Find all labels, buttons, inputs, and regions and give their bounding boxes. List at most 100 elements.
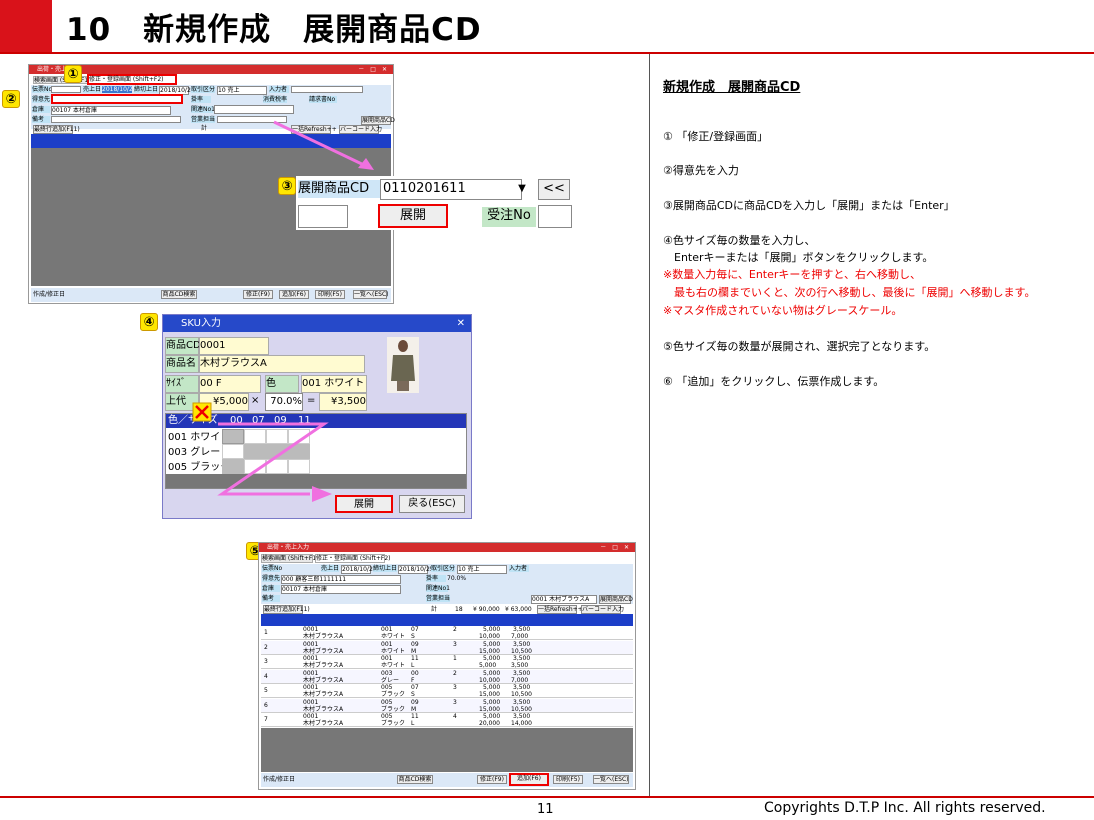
row-number: 7	[264, 716, 268, 723]
list-button-3[interactable]: 一覧へ(ESC)	[593, 775, 629, 784]
fix-button[interactable]: 修正(F9)	[243, 290, 273, 299]
screen-1-footer: 作成/修正日 商品CD検索 修正(F9) 追加(F6) 印刷(F5) 一覧へ(E…	[31, 288, 391, 302]
table-row[interactable]: 7 0001 木村ブラウスA 005 ブラック 11 L 4 5,000 20,000 3,500 1…	[261, 713, 633, 727]
shime-bi-label: 締切上日	[134, 86, 159, 93]
kanren-label-3: 関連No1	[426, 585, 450, 592]
ikkatsu-button-3[interactable]: 一括Refresh++	[537, 605, 583, 614]
sku-back-button[interactable]: 戻る(ESC)	[399, 495, 465, 513]
bikou-label-3: 備考	[262, 595, 280, 602]
tab-edit-3[interactable]: 修正・登録画面 (Shift+F2)	[315, 554, 391, 563]
step-1: ① 「修正/登録画面」	[663, 130, 769, 143]
soko-select[interactable]: 00107 本村倉庫	[51, 106, 171, 115]
chevron-down-icon[interactable]: ▼	[514, 180, 530, 198]
kanren-no-label: 関連No1	[191, 106, 215, 113]
shime-date-3[interactable]: 2018/10/25	[398, 565, 434, 574]
row-price1: 5,000	[483, 626, 501, 633]
tab-edit[interactable]: 修正・登録画面 (Shift+F2)	[87, 74, 177, 85]
row-size-name: M	[411, 705, 417, 713]
tenkai-input-3[interactable]: 0001 木村ブラウスA	[531, 595, 597, 604]
add-button[interactable]: 追加(F6)	[279, 290, 309, 299]
row-price2: 3,500	[513, 655, 531, 662]
step-2: ②得意先を入力	[663, 164, 739, 177]
kei-label-3: 計	[431, 606, 438, 613]
tokuisaki-input[interactable]	[51, 94, 183, 104]
bikou-input[interactable]	[51, 116, 181, 123]
row-size-name: M	[411, 647, 417, 655]
saishuu-button-3[interactable]: 最終行追加(F11)	[263, 605, 310, 614]
uriage-date-input[interactable]: 2018/10/25	[102, 86, 137, 93]
row-size-name: L	[411, 720, 415, 727]
saishuu-add-row-button[interactable]: 最終行追加(F11)	[33, 125, 80, 134]
row-price1: 5,000	[483, 698, 501, 706]
back-arrow-button[interactable]: <<	[538, 179, 570, 200]
close-icon[interactable]: ✕	[457, 315, 465, 332]
torihiki-label-3: 取引区分	[431, 565, 456, 572]
x-mark-icon	[192, 402, 212, 422]
note-1b: 最も右の欄までいくと、次の行へ移動し、最後に「展開」へ移動します。	[663, 286, 1036, 299]
kanren-no-input[interactable]	[214, 105, 294, 114]
result-grid: 1 0001 木村ブラウスA 001 ホワイト 07 S 2 5,000 10,000 3,500 7…	[261, 626, 633, 728]
barcode-button-3[interactable]: バーコード入力	[581, 605, 624, 614]
juchu-no-label: 受注No	[482, 207, 536, 227]
table-row[interactable]: 6 0001 木村ブラウスA 005 ブラック 09 M 3 5,000 15,000 3,500 1…	[261, 698, 633, 713]
juchu-no-input[interactable]	[538, 205, 572, 228]
row-size-name: L	[411, 662, 415, 669]
table-row[interactable]: 4 0001 木村ブラウスA 003 グレー 00 F 2 5,000 10,000 3,500 7,…	[261, 669, 633, 684]
row-amount1: 15,000	[479, 647, 500, 655]
soko-label-3: 倉庫	[262, 585, 280, 592]
tenkai-shohin-input[interactable]: 0110201611	[380, 179, 522, 200]
row-shohin-cd: 0001	[303, 669, 319, 677]
screen-3-window: 出荷・売上入力－ □ ✕ 検索画面 (Shift+F1) 修正・登録画面 (Sh…	[258, 542, 636, 790]
step-4a: ④色サイズ毎の数量を入力し、	[663, 234, 816, 247]
search-button-3[interactable]: 商品CD検索	[397, 775, 433, 784]
torihiki-select[interactable]: 10 売上	[217, 86, 267, 95]
table-row[interactable]: 1 0001 木村ブラウスA 001 ホワイト 07 S 2 5,000 10,000 3,500 7…	[261, 626, 633, 640]
row-amount2: 10,500	[511, 705, 532, 713]
tab-search-3[interactable]: 検索画面 (Shift+F1)	[261, 554, 319, 563]
tenkai-button[interactable]: 展開	[378, 204, 448, 228]
table-row[interactable]: 2 0001 木村ブラウスA 001 ホワイト 09 M 3 5,000 15,000 3,500 1…	[261, 640, 633, 655]
screen-3-form: 伝票No 売上日 2018/10/25 締切上日 2018/10/25 取引区分…	[261, 564, 633, 604]
add-button-3[interactable]: 追加(F6)	[509, 773, 549, 786]
footer-date-label-3: 作成/修正日	[263, 776, 296, 783]
torihiki-select-3[interactable]: 10 売上	[457, 565, 507, 574]
row-size-code: 11	[411, 655, 419, 662]
table-row[interactable]: 3 0001 木村ブラウスA 001 ホワイト 11 L 1 5,000 5,000 3,500 3,…	[261, 655, 633, 669]
screen-1-titlebar: 出荷・売上入力－ □ ✕	[29, 65, 393, 74]
sku-tenkai-button[interactable]: 展開	[335, 495, 393, 513]
footer-date-label: 作成/修正日	[33, 291, 66, 298]
page-number: 11	[537, 802, 554, 817]
row-color-code: 005	[381, 698, 393, 706]
row-shohin-name: 木村ブラウスA	[303, 647, 344, 655]
tokuisaki-input-3[interactable]: 000 顧客三郎1111111	[281, 575, 401, 584]
row-color-code: 001	[381, 640, 393, 648]
rate-input[interactable]: 70.0%	[265, 393, 303, 411]
print-button[interactable]: 印刷(F5)	[315, 290, 345, 299]
row-shohin-name: 木村ブラウスA	[303, 676, 344, 684]
row-amount2: 10,500	[511, 647, 532, 655]
z-path-arrow	[217, 422, 332, 502]
row-shohin-cd: 0001	[303, 640, 319, 648]
row-shohin-name: 木村ブラウスA	[303, 705, 344, 713]
print-button-3[interactable]: 印刷(F5)	[553, 775, 583, 784]
nyuryokusha-select[interactable]	[291, 86, 363, 93]
soko-select-3[interactable]: 00107 本村倉庫	[281, 585, 401, 594]
row-shohin-cd: 0001	[303, 626, 319, 633]
iro-value: 001 ホワイト	[301, 375, 367, 393]
title-divider	[0, 52, 1094, 54]
search-button[interactable]: 商品CD検索	[161, 290, 197, 299]
tenkai-button-3[interactable]: 展開商品CD	[599, 595, 633, 604]
list-button[interactable]: 一覧へ(ESC)	[353, 290, 388, 299]
uriage-date-3[interactable]: 2018/10/25	[341, 565, 377, 574]
table-row[interactable]: 5 0001 木村ブラウスA 005 ブラック 07 S 3 5,000 15,000 3,500 1…	[261, 684, 633, 698]
page-title: 10 新規作成 展開商品CD	[66, 12, 482, 48]
row-shohin-name: 木村ブラウスA	[303, 691, 344, 698]
row-price2: 3,500	[513, 669, 531, 677]
fix-button-3[interactable]: 修正(F9)	[477, 775, 507, 784]
row-size-name: S	[411, 633, 415, 640]
denpyo-no-input[interactable]	[51, 86, 81, 93]
row-amount1: 5,000	[479, 662, 497, 669]
row-number: 3	[264, 658, 268, 665]
row-amount1: 15,000	[479, 691, 500, 698]
row-color-code: 001	[381, 655, 393, 662]
